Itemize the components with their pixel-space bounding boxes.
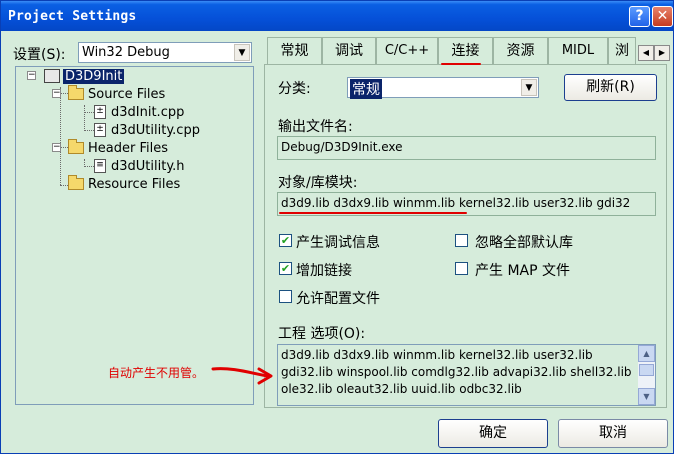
project-settings-window: Project Settings ? ✕ 设置(S): Win32 Debug … bbox=[0, 0, 674, 454]
annotation-arrow-icon bbox=[211, 367, 273, 385]
